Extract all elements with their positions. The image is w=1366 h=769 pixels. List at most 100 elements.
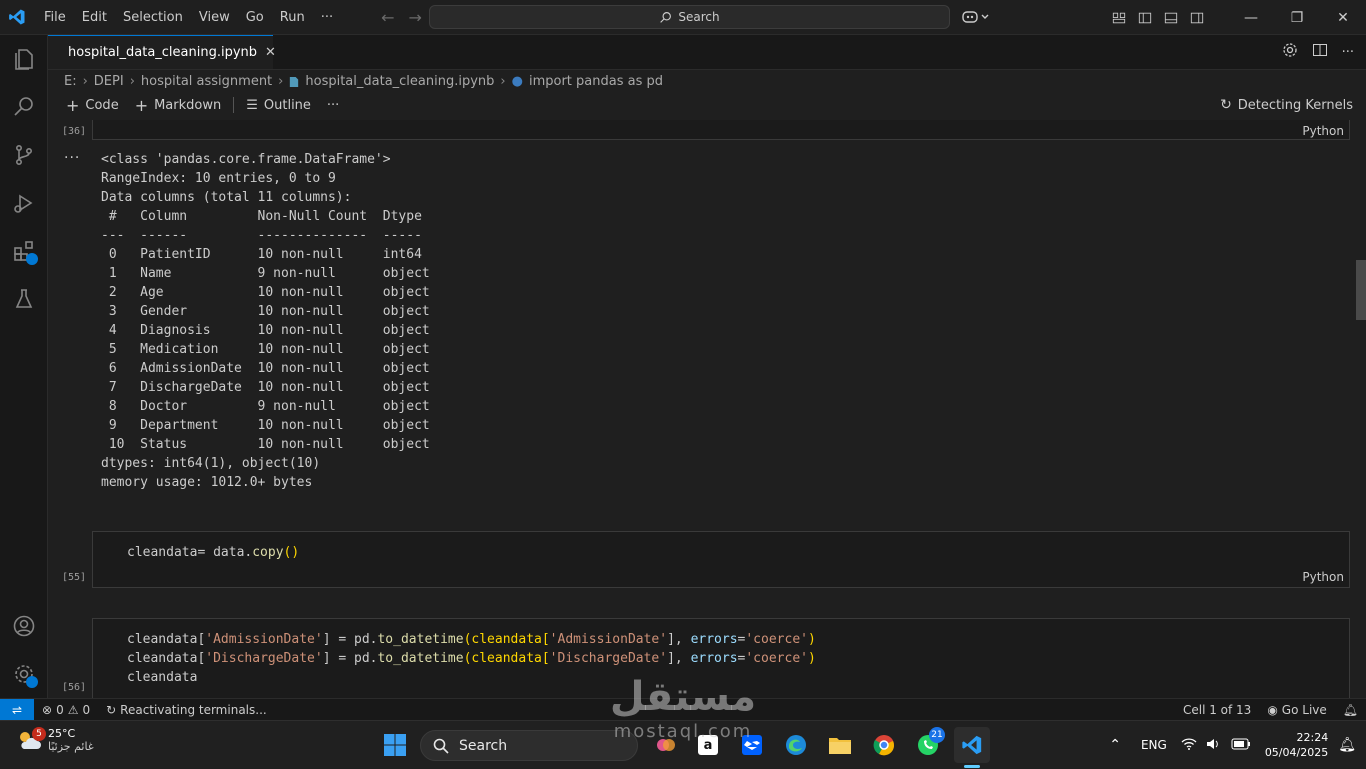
battery-icon[interactable] (1225, 738, 1257, 753)
close-icon[interactable]: ✕ (1320, 0, 1366, 35)
whatsapp-badge: 21 (929, 727, 945, 743)
forward-arrow-icon[interactable]: → (409, 8, 422, 27)
explorer-icon[interactable] (0, 35, 48, 83)
activity-status[interactable]: ↻ Reactivating terminals... (98, 703, 275, 717)
output-actions-icon[interactable]: ··· (64, 150, 80, 166)
status-right: Cell 1 of 13 ◉ Go Live 🔔︎ (1175, 703, 1366, 717)
cell-language[interactable]: Python (1302, 124, 1344, 138)
weather-condition: غائم جزئيًا (48, 740, 94, 753)
testing-icon[interactable] (0, 275, 48, 323)
more-actions-icon[interactable]: ··· (1342, 45, 1354, 60)
show-hidden-icons-chevron-up-icon[interactable]: ⌃ (1099, 737, 1131, 753)
cell-position[interactable]: Cell 1 of 13 (1175, 703, 1259, 717)
windows-taskbar: 5 25°C غائم جزئيًا Search a 21 ⌃ ENG 22:… (0, 720, 1366, 768)
volume-icon[interactable] (1201, 737, 1225, 754)
edge-browser-icon[interactable] (778, 727, 814, 763)
error-count: 0 (56, 702, 64, 717)
menu-go[interactable]: Go (238, 10, 272, 25)
add-markdown-cell-button[interactable]: + Markdown (127, 96, 230, 115)
output-line: 4 Diagnosis 10 non-null object (101, 323, 430, 338)
chevron-right-icon: › (278, 74, 284, 89)
start-button-windows-icon[interactable] (377, 727, 413, 763)
search-icon (660, 11, 672, 23)
input-language[interactable]: ENG (1131, 738, 1177, 752)
output-line: 7 DischargeDate 10 non-null object (101, 380, 430, 395)
taskbar-search-label: Search (459, 737, 508, 754)
widgets-app-icon[interactable] (648, 727, 684, 763)
menu-view[interactable]: View (191, 10, 238, 25)
taskbar-search[interactable]: Search (420, 730, 638, 761)
run-debug-icon[interactable] (0, 179, 48, 227)
breadcrumb-folder[interactable]: hospital assignment (141, 74, 272, 89)
menu-run[interactable]: Run (272, 10, 313, 25)
output-line: 9 Department 10 non-null object (101, 418, 430, 433)
code-cell-36[interactable] (92, 120, 1350, 140)
outline-button[interactable]: ☰ Outline (238, 98, 319, 113)
toggle-secondary-sidebar-icon[interactable] (1184, 11, 1210, 25)
cell-language[interactable]: Python (1302, 570, 1344, 584)
source-control-icon[interactable] (0, 131, 48, 179)
output-line: # Column Non-Null Count Dtype (101, 209, 430, 224)
execution-count: [55] (62, 572, 87, 583)
toggle-primary-sidebar-icon[interactable] (1132, 11, 1158, 25)
chevron-right-icon: › (82, 74, 88, 89)
menu-selection[interactable]: Selection (115, 10, 191, 25)
execution-count: [36] (62, 126, 87, 137)
toolbar-divider (233, 97, 235, 113)
customize-layout-icon[interactable] (1106, 11, 1132, 25)
chrome-browser-icon[interactable] (866, 727, 902, 763)
add-code-cell-button[interactable]: + Code (58, 96, 127, 115)
go-live-button[interactable]: ◉ Go Live (1259, 703, 1334, 717)
chevron-right-icon: › (129, 74, 135, 89)
editor-area: hospital_data_cleaning.ipynb ✕ ··· E: › … (48, 35, 1366, 698)
nav-arrows: ← → (381, 8, 422, 27)
problems-indicator[interactable]: ⊗ 0 ⚠ 0 (34, 703, 98, 717)
notification-center-icon[interactable]: 🔔︎ (1336, 737, 1366, 753)
wifi-icon[interactable] (1177, 737, 1201, 754)
split-editor-icon[interactable] (1312, 42, 1328, 62)
search-view-icon[interactable] (0, 83, 48, 131)
accounts-icon[interactable] (0, 602, 48, 650)
tab-hospital-notebook[interactable]: hospital_data_cleaning.ipynb ✕ (48, 35, 276, 69)
breadcrumb-depi[interactable]: DEPI (94, 74, 124, 89)
breadcrumb-symbol[interactable]: import pandas as pd (529, 74, 663, 89)
weather-widget[interactable]: 5 25°C غائم جزئيًا (16, 727, 94, 753)
toggle-panel-icon[interactable] (1158, 11, 1184, 25)
code-line[interactable]: cleandata['AdmissionDate'] = pd.to_datet… (127, 630, 816, 649)
notebook-file-icon (290, 76, 299, 87)
command-center-search[interactable]: Search (429, 5, 950, 29)
notifications-bell-icon[interactable]: 🔔︎ (1335, 703, 1366, 717)
menu-file[interactable]: File (36, 10, 74, 25)
manage-gear-icon[interactable] (0, 650, 48, 698)
notebook-settings-gear-icon[interactable] (1282, 42, 1298, 62)
toolbar-more-button[interactable]: ··· (319, 98, 347, 113)
back-arrow-icon[interactable]: ← (381, 8, 394, 27)
clock-time: 22:24 (1296, 731, 1329, 744)
menu-more[interactable]: ··· (313, 10, 341, 25)
broadcast-icon: ◉ (1267, 702, 1278, 717)
output-line: dtypes: int64(1), object(10) (101, 456, 321, 471)
vscode-taskbar-icon[interactable] (954, 727, 990, 763)
extensions-icon[interactable] (0, 227, 48, 275)
code-line[interactable]: cleandata= data.copy() (127, 543, 299, 562)
amazon-app-icon[interactable]: a (690, 727, 726, 763)
file-explorer-icon[interactable] (822, 727, 858, 763)
dropbox-app-icon[interactable] (734, 727, 770, 763)
output-line: 3 Gender 10 non-null object (101, 304, 430, 319)
code-line[interactable]: cleandata['DischargeDate'] = pd.to_datet… (127, 649, 816, 668)
kernel-picker[interactable]: ↻ Detecting Kernels (1220, 97, 1353, 113)
restore-icon[interactable]: ❐ (1274, 0, 1320, 35)
breadcrumb-file[interactable]: hospital_data_cleaning.ipynb (305, 74, 494, 89)
remote-indicator-icon[interactable]: ⇌ (0, 698, 34, 721)
breadcrumb-drive[interactable]: E: (64, 74, 77, 89)
tab-close-icon[interactable]: ✕ (265, 45, 276, 60)
minimize-icon[interactable]: — (1228, 0, 1274, 35)
code-line[interactable]: cleandata (127, 668, 197, 687)
menu-edit[interactable]: Edit (74, 10, 115, 25)
vertical-scrollbar[interactable] (1356, 260, 1366, 320)
editor-actions: ··· (1282, 35, 1366, 69)
clock[interactable]: 22:24 05/04/2025 (1257, 730, 1336, 760)
chevron-right-icon: › (500, 74, 506, 89)
tab-bar: hospital_data_cleaning.ipynb ✕ ··· (48, 35, 1366, 70)
copilot-icon[interactable] (962, 9, 990, 29)
